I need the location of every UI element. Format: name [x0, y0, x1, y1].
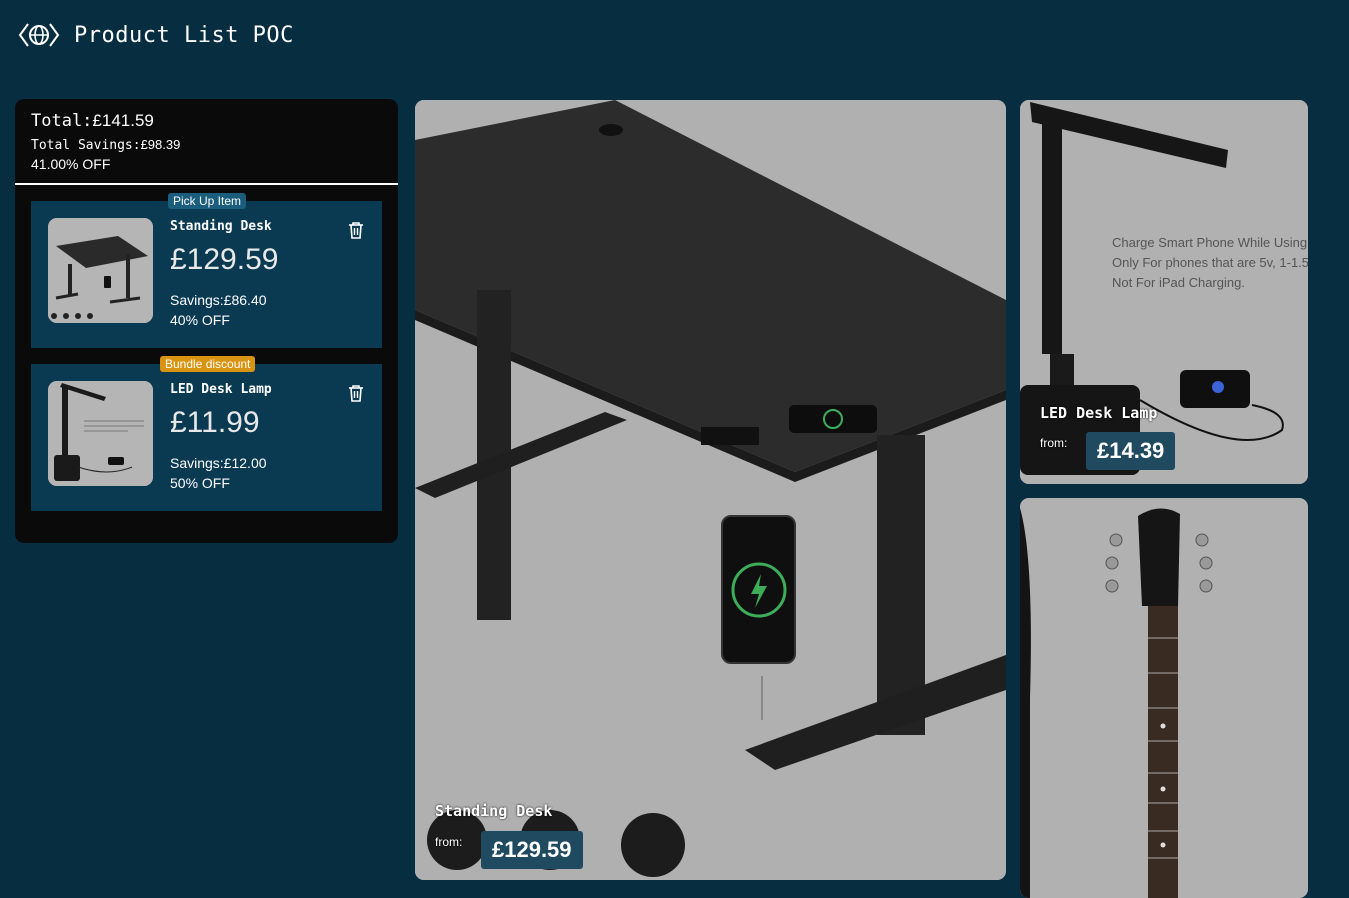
guitar-image: [1020, 498, 1308, 898]
basket-item-name: Standing Desk: [170, 219, 272, 234]
app-header: Product List POC: [18, 18, 294, 52]
basket-item-savings: Savings:£12.00: [170, 455, 267, 471]
lamp-image-text: Only For phones that are 5v, 1-1.5: [1112, 255, 1308, 270]
lamp-image-text: Charge Smart Phone While Using: [1112, 235, 1307, 250]
standing-desk-image: [415, 100, 1006, 880]
basket-item-percent-off: 50% OFF: [170, 475, 230, 491]
product-name: LED Desk Lamp: [1040, 404, 1158, 422]
basket-panel: Total:£141.59 Total Savings:£98.39 41.00…: [15, 99, 398, 543]
from-label: from:: [1040, 436, 1068, 450]
basket-percent-off: 41.00% OFF: [31, 156, 111, 172]
basket-item-savings: Savings:£86.40: [170, 292, 267, 308]
basket-item-name: LED Desk Lamp: [170, 382, 272, 397]
basket-item-standing-desk[interactable]: Pick Up Item Standing Desk £129.59 Savin…: [31, 193, 382, 348]
product-price-tag: £129.59: [481, 831, 583, 869]
product-card-led-desk-lamp[interactable]: Charge Smart Phone While Using Only For …: [1020, 100, 1308, 484]
bundle-discount-badge: Bundle discount: [160, 356, 256, 372]
product-card-guitar[interactable]: [1020, 498, 1308, 898]
basket-item-led-desk-lamp[interactable]: Bundle discount LED Desk Lamp £11.99 Sav…: [31, 356, 382, 511]
lamp-image-text: Not For iPad Charging.: [1112, 275, 1245, 290]
app-title: Product List POC: [74, 22, 294, 48]
product-price-tag: £14.39: [1086, 432, 1176, 470]
led-desk-lamp-thumbnail: [48, 381, 153, 486]
basket-item-price: £129.59: [170, 243, 279, 276]
trash-icon[interactable]: [347, 383, 365, 403]
basket-total: Total:£141.59: [31, 111, 154, 131]
basket-item-percent-off: 40% OFF: [170, 312, 230, 328]
led-desk-lamp-image: Charge Smart Phone While Using Only For …: [1020, 100, 1308, 484]
trash-icon[interactable]: [347, 220, 365, 240]
basket-total-savings: Total Savings:£98.39: [31, 137, 181, 153]
standing-desk-thumbnail: [48, 218, 153, 323]
product-card-standing-desk[interactable]: Standing Desk from: £129.59: [415, 100, 1006, 880]
basket-summary: Total:£141.59 Total Savings:£98.39 41.00…: [15, 99, 398, 185]
globe-code-icon: [18, 23, 60, 47]
basket-item-price: £11.99: [170, 406, 260, 439]
from-label: from:: [435, 835, 463, 849]
pick-up-badge: Pick Up Item: [168, 193, 247, 209]
product-name: Standing Desk: [435, 802, 553, 820]
